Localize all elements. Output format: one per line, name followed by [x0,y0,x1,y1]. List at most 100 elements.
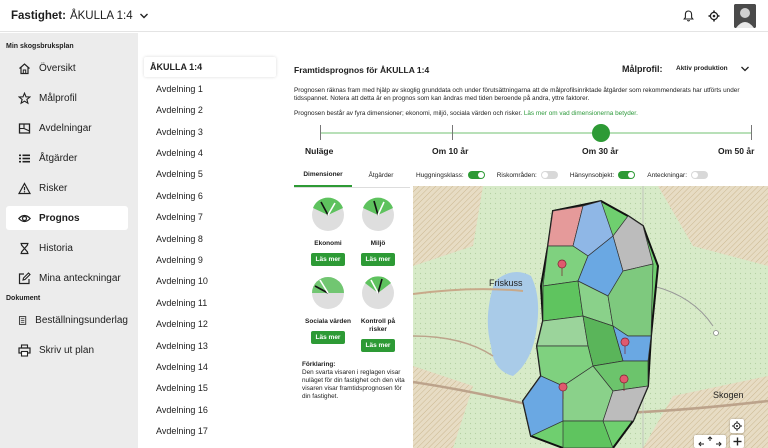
timeline-label-30[interactable]: Om 30 år [582,146,618,156]
edit-icon [18,271,31,284]
zoom-in-button[interactable] [730,435,744,448]
sidebar-item-atgarder[interactable]: Åtgärder [6,146,128,170]
legend-text: Förklaring: Den svarta visaren i reglage… [302,361,410,401]
timeline-label-10[interactable]: Om 10 år [432,146,468,156]
section-title-document: Dokument [6,295,41,302]
bell-icon[interactable] [683,10,694,22]
list-item[interactable]: Avdelning 17 [148,421,278,441]
home-icon [19,62,30,74]
toggle-label-huggningsklass: Huggningsklass: [416,171,464,179]
list-item[interactable]: Avdelning 12 [148,314,278,334]
gauge-name: Sociala värden [305,318,351,325]
list-item[interactable]: Avdelning 14 [148,357,278,377]
warning-icon [18,181,31,194]
tab-dimensioner[interactable]: Dimensioner [294,164,352,187]
sidebar-item-label: Mina anteckningar [39,272,121,284]
sidebar-item-risker[interactable]: Risker [6,176,128,200]
description-text: Prognosen räknas fram med hjälp av skogl… [294,87,740,103]
crosshair-icon [732,421,742,431]
list-item[interactable]: Avdelning 4 [148,143,278,163]
tick-nulage [320,125,321,140]
profile-value: Aktiv produktion [676,65,728,72]
sidebar-item-skriv-ut[interactable]: Skriv ut plan [6,338,128,362]
timeline-knob[interactable] [592,124,610,142]
tab-atgarder[interactable]: Åtgärder [352,164,410,187]
profile-label: Målprofil: [622,64,663,74]
toggle-hansynsobjekt[interactable] [618,171,636,179]
list-item[interactable]: Avdelning 9 [148,250,278,270]
areas-icon [18,122,31,134]
list-item[interactable]: Avdelning 13 [148,336,278,356]
main-panel: Framtidsprognos för ÅKULLA 1:4 Målprofil… [282,33,768,448]
gear-icon[interactable] [708,10,720,22]
list-item-property[interactable]: ÅKULLA 1:4 [144,57,276,77]
sidebar-item-label: Målprofil [39,92,77,104]
sidebar-item-label: Beställningsunderlag [35,314,128,326]
list-item[interactable]: Avdelning 3 [148,122,278,142]
forest-map[interactable]: Friskuss Skogen [413,186,768,448]
toggle-riskomraden[interactable] [540,171,558,179]
toggle-huggningsklass[interactable] [467,171,485,179]
property-selector[interactable]: ÅKULLA 1:4 [70,10,133,22]
list-item[interactable]: Avdelning 16 [148,400,278,420]
pan-control[interactable] [694,435,726,448]
sidebar-item-label: Åtgärder [39,152,78,164]
map-label-place: Friskuss [489,278,523,288]
toggle-anteckningar[interactable] [691,171,709,179]
sidebar-item-label: Översikt [39,62,76,74]
document-icon [18,315,27,325]
sidebar-item-bestallningsunderlag[interactable]: Beställningsunderlag [6,308,128,332]
property-label: Fastighet: [11,9,66,22]
list-item[interactable]: Avdelning 7 [148,207,278,227]
chevron-down-icon [741,66,749,72]
section-title-plan: Min skogsbruksplan [6,43,74,50]
read-more-button[interactable]: Läs mer [360,253,396,266]
chevron-down-icon[interactable] [139,11,149,21]
timeline-label-nulage[interactable]: Nuläge [305,146,333,156]
list-item[interactable]: Avdelning 5 [148,164,278,184]
plus-icon [733,437,741,446]
map-canvas[interactable] [413,186,768,448]
read-more-button[interactable]: Läs mer [310,331,346,344]
profile-select[interactable]: Aktiv produktion [670,59,758,78]
dimension-tabs: Dimensioner Åtgärder [294,164,410,188]
sidebar-item-avdelningar[interactable]: Avdelningar [6,116,128,140]
read-more-button[interactable]: Läs mer [360,339,396,352]
gauge-dial [362,276,394,309]
gauge-sociala: Sociala värden Läs mer [304,275,352,344]
top-bar: Fastighet: ÅKULLA 1:4 [0,0,768,32]
pan-arrows-icon [698,435,722,446]
gauge-miljo: Miljö Läs mer [354,197,402,266]
list-item[interactable]: Avdelning 11 [148,293,278,313]
sidebar-item-label: Skriv ut plan [39,344,95,356]
dimensions-link[interactable]: Läs mer om vad dimensionerna betyder. [524,110,638,117]
locate-button[interactable] [730,419,744,433]
list-item[interactable]: Avdelning 10 [148,271,278,291]
star-icon [18,91,31,104]
toggle-label-anteckningar: Anteckningar: [647,171,688,179]
sidebar-item-label: Prognos [39,212,80,224]
timeline-track[interactable] [320,132,752,134]
sidebar-item-prognos[interactable]: Prognos [6,206,128,230]
description-dimensions-text: Prognosen består av fyra dimensioner; ek… [294,110,523,117]
sidebar-item-historia[interactable]: Historia [6,236,128,260]
hourglass-icon [20,242,29,254]
description-dimensions: Prognosen består av fyra dimensioner; ek… [294,110,756,118]
gauge-dial [312,197,344,231]
list-item[interactable]: Avdelning 6 [148,186,278,206]
read-more-button[interactable]: Läs mer [310,253,346,266]
toggle-label-hansynsobjekt: Hänsynsobjekt: [569,171,615,179]
sidebar-item-anteckningar[interactable]: Mina anteckningar [6,266,128,290]
avatar[interactable] [734,4,756,28]
printer-icon [18,343,31,357]
list-item[interactable]: Avdelning 15 [148,378,278,398]
list-item[interactable]: Avdelning 2 [148,100,278,120]
sidebar-item-malprofil[interactable]: Målprofil [6,86,128,110]
sidebar: Min skogsbruksplan Översikt Målprofil Av… [0,33,138,448]
sidebar-item-oversikt[interactable]: Översikt [6,56,128,80]
sidebar-item-label: Historia [39,242,73,254]
list-item[interactable]: Avdelning 1 [148,79,278,99]
gauge-dial [312,277,344,309]
list-item[interactable]: Avdelning 8 [148,229,278,249]
timeline-label-50[interactable]: Om 50 år [718,146,754,156]
